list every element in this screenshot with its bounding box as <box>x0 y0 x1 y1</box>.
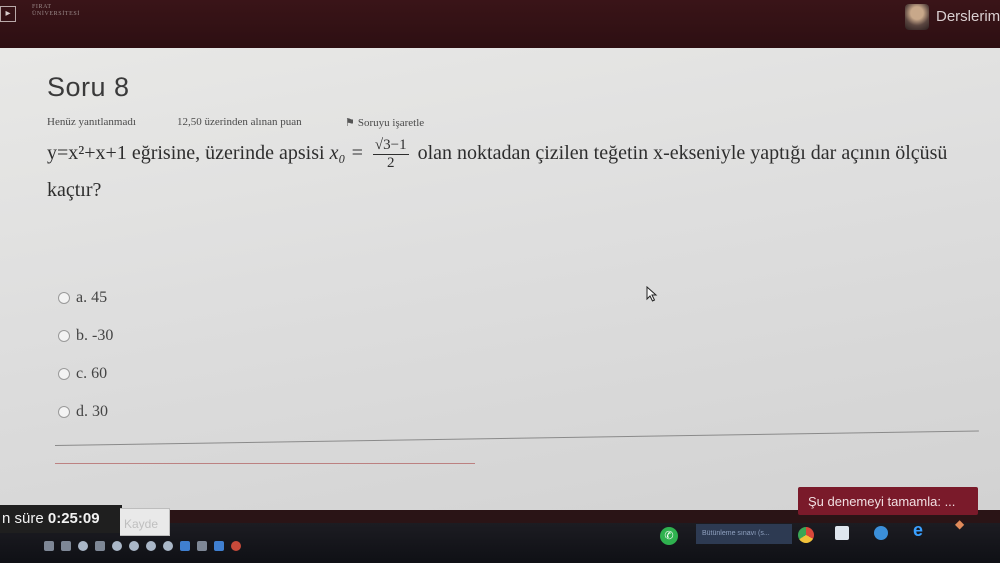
flag-question-link[interactable]: ⚑ Soruyu işaretle <box>345 116 424 129</box>
chrome-icon[interactable] <box>798 527 814 543</box>
question-points: 12,50 üzerinden alınan puan <box>177 116 302 128</box>
timer-value: 0:25:09 <box>47 510 100 527</box>
monitor-icon[interactable] <box>44 541 54 551</box>
store-icon[interactable] <box>835 526 849 540</box>
flag-label: Soruyu işaretle <box>357 117 425 129</box>
option-d[interactable]: d. 30 <box>58 403 108 421</box>
top-bar: ▸ FIRAT ÜNİVERSİTESİ Derslerim <box>0 0 1000 48</box>
question-card <box>0 48 1000 510</box>
network-icon[interactable] <box>163 541 173 551</box>
app-icon[interactable] <box>214 541 224 551</box>
option-label: b. -30 <box>76 327 114 344</box>
x0-variable: x₀ = <box>329 142 364 164</box>
university-logo[interactable]: FIRAT ÜNİVERSİTESİ <box>32 4 80 18</box>
radio-button[interactable] <box>58 368 70 381</box>
cloud-icon[interactable] <box>146 541 156 551</box>
pen-icon[interactable] <box>78 541 88 551</box>
question-text: y=x²+x+1 eğrisine, üzerinde apsisi x₀ = … <box>47 135 987 208</box>
option-label: c. 60 <box>76 365 108 382</box>
option-a[interactable]: a. 45 <box>58 289 107 307</box>
save-button[interactable]: Kayde <box>120 508 170 536</box>
answer-status: Henüz yanıtlanmadı <box>47 116 136 128</box>
question-text-start: y=x²+x+1 eğrisine, üzerinde apsisi <box>47 142 330 164</box>
courses-link[interactable]: Derslerim <box>936 8 1000 25</box>
telegram-icon[interactable] <box>874 526 888 540</box>
battery-icon[interactable] <box>95 541 105 551</box>
option-label: d. 30 <box>76 403 108 420</box>
whatsapp-icon[interactable]: ✆ <box>660 527 678 545</box>
option-label: a. 45 <box>76 289 108 306</box>
option-c[interactable]: c. 60 <box>58 365 107 383</box>
chat-icon[interactable] <box>61 541 71 551</box>
taskbar-task[interactable]: Bütünleme sınavı (s... <box>696 524 792 544</box>
mouse-cursor-icon <box>646 286 658 302</box>
fraction-denominator: 2 <box>386 154 395 171</box>
keyboard-icon[interactable] <box>180 541 190 551</box>
radio-button[interactable] <box>58 292 70 305</box>
option-b[interactable]: b. -30 <box>58 327 113 345</box>
finish-attempt-button[interactable]: Şu denemeyi tamamla: ... <box>798 487 978 515</box>
fraction: √3−1 2 <box>372 136 409 172</box>
record-icon[interactable] <box>231 541 241 551</box>
tray-icon[interactable]: ◆ <box>955 517 964 531</box>
taskbar-icons <box>44 541 241 551</box>
radio-button[interactable] <box>58 406 70 419</box>
avatar[interactable] <box>905 4 929 30</box>
fraction-numerator: √3−1 <box>372 136 409 155</box>
edge-icon[interactable]: e <box>913 520 923 541</box>
divider <box>55 463 475 464</box>
question-title: Soru 8 <box>47 72 130 102</box>
volume-icon[interactable] <box>129 541 139 551</box>
wifi-icon[interactable] <box>112 541 122 551</box>
notification-icon[interactable] <box>197 541 207 551</box>
timer-label: n süre <box>2 510 48 527</box>
menu-icon[interactable]: ▸ <box>0 6 16 22</box>
timer: n süre 0:25:09 <box>0 505 122 533</box>
flag-icon: ⚑ <box>345 117 355 129</box>
radio-button[interactable] <box>58 330 70 343</box>
